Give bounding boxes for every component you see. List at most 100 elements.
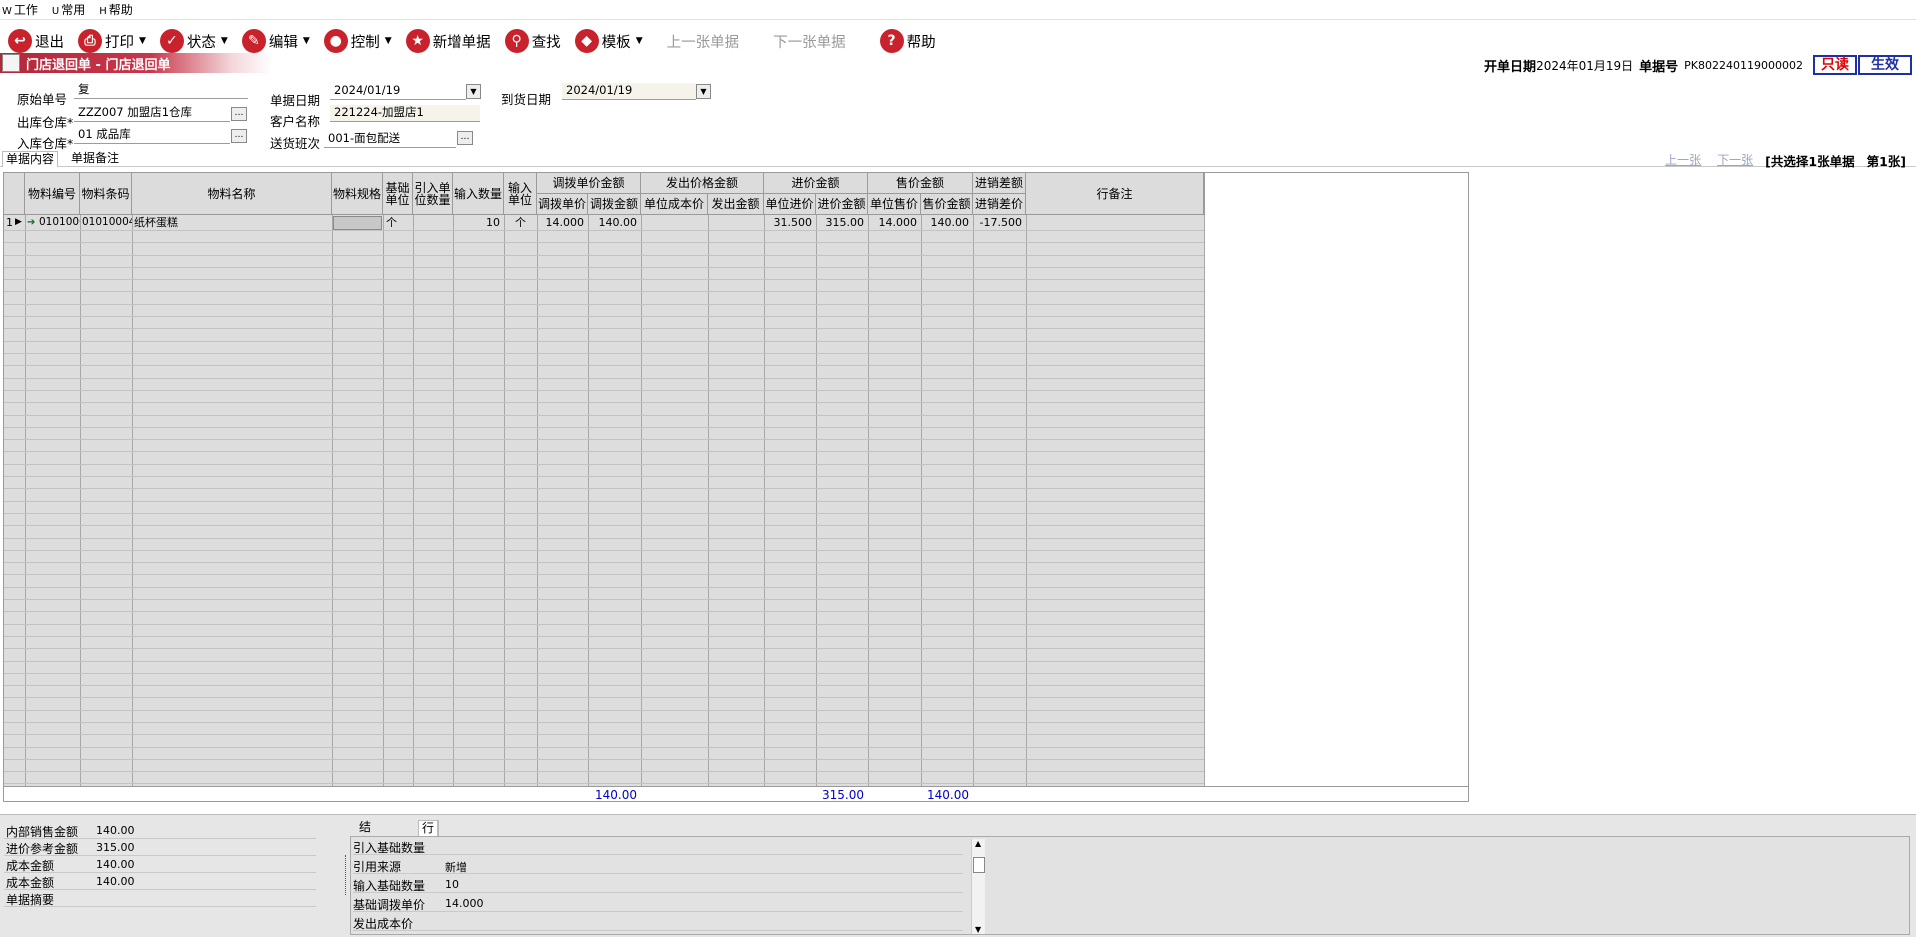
- pager-prev-link[interactable]: 上一张: [1665, 151, 1701, 170]
- col-header-name[interactable]: 物料名称: [132, 173, 332, 215]
- grid-row-line: [4, 488, 1204, 489]
- find-label: 查找: [531, 34, 561, 51]
- customer-field[interactable]: 221224-加盟店1: [330, 105, 480, 122]
- help-button[interactable]: ? 帮助: [879, 29, 936, 53]
- find-button[interactable]: ⚲ 查找: [504, 29, 561, 53]
- orig-no-field[interactable]: 复: [74, 82, 248, 99]
- scroll-thumb[interactable]: [973, 857, 985, 873]
- col-header-unit-purchase[interactable]: 单位进价: [764, 194, 816, 215]
- grid-row-line: [4, 353, 1204, 354]
- scroll-up-icon[interactable]: ▲: [975, 839, 981, 848]
- col-header-transfer-amount[interactable]: 调拨金额: [588, 194, 641, 215]
- grid-row-line: [4, 722, 1204, 723]
- summary-row: 单据摘要: [4, 890, 316, 907]
- grid-row-line: [4, 538, 1204, 539]
- cell-barcode[interactable]: 01010004: [80, 216, 132, 230]
- grid-row-line: [4, 230, 1204, 231]
- pager-next-link[interactable]: 下一张: [1717, 151, 1753, 170]
- col-header-sale-amount[interactable]: 售价金额: [921, 194, 973, 215]
- col-header-input-qty[interactable]: 输入数量: [453, 173, 504, 215]
- menu-work[interactable]: W 工作: [2, 1, 38, 18]
- total-sale-amount: 140.00: [927, 788, 969, 802]
- shift-browse-button[interactable]: …: [457, 131, 473, 145]
- cell-base-unit[interactable]: 个: [384, 216, 413, 230]
- arrival-date-dropdown-icon[interactable]: ▼: [696, 84, 711, 99]
- help-label: 帮助: [906, 34, 936, 51]
- cell-unit-purchase[interactable]: 31.500: [764, 216, 816, 230]
- summary-row: 成本金额 140.00: [4, 873, 316, 890]
- search-icon: ⚲: [504, 29, 529, 53]
- menu-common[interactable]: U 常用: [52, 1, 85, 18]
- cell-unit-cost[interactable]: [641, 216, 708, 230]
- in-warehouse-browse-button[interactable]: …: [231, 129, 247, 143]
- cell-sale-amount[interactable]: 140.00: [921, 216, 973, 230]
- tab-doc-content[interactable]: 单据内容: [2, 151, 59, 167]
- grid-row-line: [4, 574, 1204, 575]
- cell-unit-sale[interactable]: 14.000: [868, 216, 921, 230]
- out-warehouse-field[interactable]: ZZZ007 加盟店1仓库: [74, 105, 230, 122]
- next-doc-button[interactable]: 下一张单据: [773, 31, 846, 52]
- cell-transfer-price[interactable]: 14.000: [537, 216, 588, 230]
- summary-row: 进价参考金额 315.00: [4, 839, 316, 856]
- col-header-purchase-amount[interactable]: 进价金额: [816, 194, 868, 215]
- cell-spec[interactable]: [333, 216, 382, 230]
- out-warehouse-browse-button[interactable]: …: [231, 107, 247, 121]
- col-header-spec[interactable]: 物料规格: [332, 173, 383, 215]
- scroll-down-icon[interactable]: ▼: [975, 925, 981, 934]
- cell-issue-amount[interactable]: [708, 216, 764, 230]
- pencil-icon: ✎: [241, 29, 266, 53]
- summary-label: 成本金额: [6, 859, 55, 873]
- cell-transfer-amount[interactable]: 140.00: [588, 216, 641, 230]
- grid-row-line: [4, 427, 1204, 428]
- prev-doc-label: 上一张单据: [666, 34, 740, 51]
- col-header-barcode[interactable]: 物料条码: [80, 173, 132, 215]
- cell-input-qty[interactable]: 10: [453, 216, 504, 230]
- col-header-issue-amount[interactable]: 发出金额: [708, 194, 764, 215]
- print-button[interactable]: ⎙ 打印 ▼: [78, 29, 146, 53]
- prev-doc-button[interactable]: 上一张单据: [667, 31, 740, 52]
- doc-date-field[interactable]: 2024/01/19: [330, 83, 466, 100]
- status-button[interactable]: ✓ 状态 ▼: [159, 29, 228, 53]
- grid-row-line: [4, 783, 1204, 784]
- arrival-date-field[interactable]: 2024/01/19: [562, 83, 696, 100]
- col-header-transfer-price[interactable]: 调拨单价: [537, 194, 588, 215]
- cell-name[interactable]: 纸杯蛋糕: [132, 216, 332, 230]
- col-header-diff-price[interactable]: 进销差价: [973, 194, 1026, 215]
- exit-button[interactable]: ↩ 退出: [8, 29, 64, 53]
- summary-label: 单据摘要: [6, 893, 55, 907]
- col-header-input-unit[interactable]: 输入 单位: [504, 173, 537, 215]
- doc-date-dropdown-icon[interactable]: ▼: [466, 84, 481, 99]
- grid-row-line: [4, 316, 1204, 317]
- tab-doc-remark[interactable]: 单据备注: [68, 151, 122, 167]
- detail-row: 引入基础数量: [353, 837, 963, 855]
- cell-purchase-amount[interactable]: 315.00: [816, 216, 868, 230]
- detail-value: 10: [445, 878, 459, 891]
- template-button[interactable]: ◆ 模板 ▼: [574, 29, 643, 53]
- menu-help-key: H: [99, 6, 107, 17]
- in-warehouse-field[interactable]: 01 成品库: [74, 127, 230, 144]
- tab-line-detail[interactable]: 行明细: [418, 820, 440, 865]
- col-header-ref-qty[interactable]: 引入单 位数量: [413, 173, 453, 215]
- cell-input-unit[interactable]: 个: [504, 216, 537, 230]
- edit-button[interactable]: ✎ 编辑 ▼: [241, 29, 310, 53]
- grid-row-line: [4, 415, 1204, 416]
- splitter-handle[interactable]: [345, 855, 349, 895]
- col-header-line-remark[interactable]: 行备注: [1026, 173, 1204, 215]
- col-header-unit-sale[interactable]: 单位售价: [868, 194, 921, 215]
- cell-ref-qty[interactable]: [413, 216, 453, 230]
- menu-help-label: 帮助: [108, 3, 133, 17]
- menu-help[interactable]: H 帮助: [99, 1, 133, 18]
- cell-diff-price[interactable]: -17.500: [973, 216, 1026, 230]
- tab-stock-info[interactable]: 结存信息: [356, 820, 374, 879]
- col-header-base-unit[interactable]: 基础 单位: [383, 173, 413, 215]
- control-button[interactable]: ● 控制 ▼: [323, 29, 392, 53]
- shift-field[interactable]: 001-面包配送: [324, 131, 456, 148]
- template-label: 模板: [601, 34, 631, 51]
- grid-row-line: [4, 501, 1204, 502]
- col-header-code[interactable]: 物料编号: [25, 173, 80, 215]
- control-label: 控制: [350, 34, 380, 51]
- new-doc-button[interactable]: ★ 新增单据: [405, 29, 491, 53]
- cell-code[interactable]: 01010004: [37, 216, 80, 230]
- detail-scrollbar[interactable]: ▲ ▼: [971, 839, 985, 934]
- col-header-unit-cost[interactable]: 单位成本价: [641, 194, 708, 215]
